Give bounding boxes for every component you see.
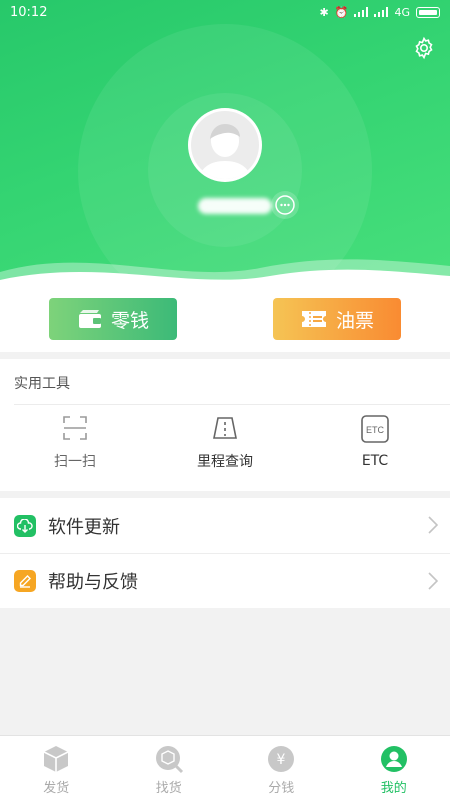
tool-etc[interactable]: ETC ETC bbox=[300, 415, 450, 469]
yen-icon: ¥ bbox=[268, 746, 295, 772]
nav-label: 找货 bbox=[155, 781, 182, 796]
menu-label: 软件更新 bbox=[48, 516, 120, 538]
user-icon bbox=[380, 746, 407, 772]
nav-find-goods[interactable]: 找货 bbox=[113, 736, 226, 800]
wallet-icon bbox=[78, 310, 101, 328]
edit-icon bbox=[14, 570, 36, 592]
svg-text:¥: ¥ bbox=[277, 752, 286, 768]
profile-header: 10:12 ✱ ⏰ 4G bbox=[0, 0, 450, 290]
alarm-icon: ⏰ bbox=[334, 5, 349, 19]
nav-label: 分钱 bbox=[268, 781, 295, 796]
nav-mine[interactable]: 我的 bbox=[338, 736, 450, 800]
status-time: 10:12 bbox=[10, 4, 48, 20]
signal-icon bbox=[354, 7, 369, 17]
change-button[interactable]: 零钱 bbox=[49, 298, 177, 340]
tool-etc-label: ETC bbox=[361, 453, 389, 469]
chevron-right-icon bbox=[428, 516, 438, 534]
divider bbox=[14, 404, 450, 405]
nav-split-money[interactable]: ¥ 分钱 bbox=[225, 736, 338, 800]
etc-icon: ETC bbox=[361, 415, 389, 443]
tools-title: 实用工具 bbox=[14, 376, 70, 392]
chat-icon[interactable] bbox=[270, 190, 300, 220]
battery-icon bbox=[416, 6, 440, 18]
fuel-ticket-button[interactable]: 油票 bbox=[273, 298, 401, 340]
fuel-label: 油票 bbox=[335, 309, 374, 332]
tools-section: 实用工具 扫一扫 里程查询 ETC ETC bbox=[0, 359, 450, 491]
menu-label: 帮助与反馈 bbox=[48, 572, 138, 593]
default-avatar-icon bbox=[191, 111, 259, 179]
status-bar: 10:12 ✱ ⏰ 4G bbox=[0, 0, 450, 24]
wallet-row: 零钱 油票 bbox=[0, 290, 450, 352]
tool-scan-label: 扫一扫 bbox=[54, 454, 96, 470]
bottom-nav: 发货 找货 ¥ 分钱 我的 bbox=[0, 735, 450, 800]
nav-ship[interactable]: 发货 bbox=[0, 736, 113, 800]
gear-icon[interactable] bbox=[412, 36, 436, 60]
menu-item-help-feedback[interactable]: 帮助与反馈 bbox=[0, 553, 450, 608]
menu-item-software-update[interactable]: 软件更新 bbox=[0, 498, 450, 553]
scan-icon bbox=[63, 416, 87, 440]
svg-text:ETC: ETC bbox=[366, 425, 385, 435]
signal-icon-2 bbox=[374, 7, 389, 17]
bluetooth-icon: ✱ bbox=[319, 5, 329, 19]
username-masked bbox=[198, 198, 272, 214]
nav-label: 发货 bbox=[43, 781, 70, 796]
tool-scan[interactable]: 扫一扫 bbox=[0, 415, 150, 471]
chevron-right-icon bbox=[428, 572, 438, 590]
download-cloud-icon bbox=[14, 514, 36, 537]
road-icon bbox=[213, 417, 237, 439]
box-icon bbox=[43, 746, 69, 772]
tool-mileage[interactable]: 里程查询 bbox=[150, 415, 300, 471]
search-box-icon bbox=[155, 746, 183, 774]
change-label: 零钱 bbox=[110, 309, 149, 332]
nav-label: 我的 bbox=[380, 781, 407, 796]
header-wave bbox=[0, 259, 450, 290]
ticket-icon bbox=[301, 311, 326, 327]
tool-mileage-label: 里程查询 bbox=[197, 454, 253, 470]
menu-list: 软件更新 帮助与反馈 bbox=[0, 498, 450, 608]
avatar[interactable] bbox=[188, 108, 262, 182]
status-indicators: ✱ ⏰ 4G bbox=[320, 6, 440, 19]
network-type: 4G bbox=[394, 5, 410, 19]
